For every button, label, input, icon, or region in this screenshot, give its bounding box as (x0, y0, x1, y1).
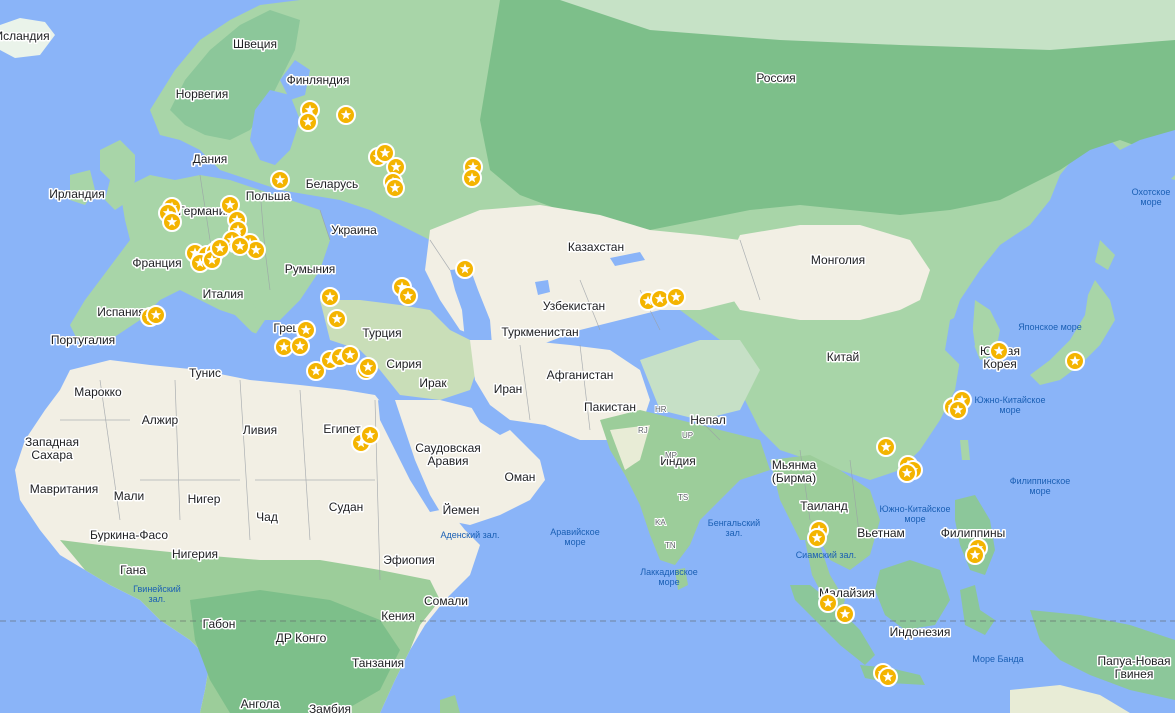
label-pakistan: Пакистан (584, 400, 636, 414)
label-denmark: Дания (193, 152, 228, 166)
label-egypt: Египет (323, 422, 361, 436)
place-marker[interactable] (385, 178, 405, 198)
label-uzbekistan: Узбекистан (543, 299, 605, 313)
label-libya: Ливия (243, 423, 277, 437)
label-iran: Иран (494, 382, 523, 396)
label-gabon: Габон (203, 617, 236, 631)
place-marker[interactable] (878, 667, 898, 687)
label-drc: ДР Конго (276, 631, 327, 645)
label-somalia: Сомали (424, 594, 468, 608)
sea-banda: Море Банда (972, 654, 1023, 664)
place-marker[interactable] (290, 336, 310, 356)
place-marker[interactable] (360, 425, 380, 445)
place-marker[interactable] (336, 105, 356, 125)
state-ka: KA (655, 518, 666, 527)
label-indonesia: Индонезия (890, 625, 951, 639)
state-up: UP (682, 431, 693, 440)
place-marker[interactable] (455, 259, 475, 279)
label-iceland: Исландия (0, 29, 50, 43)
label-turkey: Турция (362, 326, 401, 340)
label-chad: Чад (256, 510, 278, 524)
label-zambia: Замбия (309, 702, 351, 713)
place-marker[interactable] (835, 604, 855, 624)
place-marker[interactable] (230, 236, 250, 256)
label-norway: Норвегия (176, 87, 229, 101)
label-belarus: Беларусь (306, 177, 358, 191)
label-niger: Нигер (188, 492, 221, 506)
label-turkmenistan: Туркменистан (501, 325, 578, 339)
place-marker[interactable] (270, 170, 290, 190)
label-ireland: Ирландия (49, 187, 104, 201)
label-ethiopia: Эфиопия (383, 553, 435, 567)
label-myanmar: Мьянма (Бирма) (772, 458, 817, 485)
place-marker[interactable] (162, 212, 182, 232)
label-philippines: Филиппины (941, 526, 1005, 540)
label-tanzania: Танзания (352, 656, 404, 670)
place-marker[interactable] (327, 309, 347, 329)
place-marker[interactable] (989, 341, 1009, 361)
label-finland: Финляндия (287, 73, 350, 87)
label-mauritania: Мавритания (30, 482, 98, 496)
state-mp: MP (665, 451, 677, 460)
label-kenya: Кения (381, 609, 415, 623)
place-marker[interactable] (818, 593, 838, 613)
label-france: Франция (132, 256, 181, 270)
label-ukraine: Украина (331, 223, 377, 237)
state-ts: TS (678, 493, 688, 502)
label-tunisia: Тунис (189, 366, 221, 380)
label-mongolia: Монголия (811, 253, 865, 267)
label-yemen: Йемен (443, 502, 480, 517)
label-burkina: Буркина-Фасо (90, 528, 168, 542)
place-marker[interactable] (876, 437, 896, 457)
sea-aden: Аденский зал. (440, 530, 499, 540)
place-marker[interactable] (340, 345, 360, 365)
label-russia: Россия (756, 71, 795, 85)
place-marker[interactable] (398, 286, 418, 306)
label-portugal: Португалия (51, 333, 115, 347)
label-romania: Румыния (285, 262, 336, 276)
label-iraq: Ирак (419, 376, 447, 390)
sea-japan: Японское море (1018, 322, 1082, 332)
label-china: Китай (827, 350, 859, 364)
britain (100, 140, 135, 210)
label-western-sahara: Западная Сахара (25, 435, 79, 462)
label-nepal: Непал (690, 413, 726, 427)
state-hr: HR (655, 405, 667, 414)
place-marker[interactable] (462, 168, 482, 188)
state-tn: TN (665, 541, 676, 550)
label-italy: Италия (203, 287, 244, 301)
place-marker[interactable] (1065, 351, 1085, 371)
place-marker[interactable] (666, 287, 686, 307)
label-kazakhstan: Казахстан (568, 240, 624, 254)
label-spain: Испания (97, 305, 145, 319)
place-marker[interactable] (948, 400, 968, 420)
place-marker[interactable] (210, 238, 230, 258)
label-ghana: Гана (120, 563, 146, 577)
label-sweden: Швеция (233, 37, 277, 51)
label-oman: Оман (505, 470, 536, 484)
place-marker[interactable] (358, 357, 378, 377)
place-marker[interactable] (298, 112, 318, 132)
label-angola: Ангола (241, 697, 280, 711)
sea-siam: Сиамский зал. (796, 550, 857, 560)
label-afghanistan: Афганистан (547, 368, 614, 382)
label-algeria: Алжир (142, 413, 179, 427)
label-syria: Сирия (386, 357, 421, 371)
label-mali: Мали (114, 489, 145, 503)
world-map[interactable]: Исландия Швеция Финляндия Норвегия Росси… (0, 0, 1175, 713)
label-sudan: Судан (329, 500, 364, 514)
place-marker[interactable] (320, 287, 340, 307)
label-nigeria: Нигерия (172, 547, 218, 561)
label-morocco: Марокко (74, 385, 122, 399)
label-vietnam: Вьетнам (857, 526, 905, 540)
label-poland: Польша (246, 189, 291, 203)
place-marker[interactable] (897, 463, 917, 483)
state-rj: RJ (638, 426, 648, 435)
place-marker[interactable] (146, 305, 166, 325)
place-marker[interactable] (807, 528, 827, 548)
place-marker[interactable] (965, 545, 985, 565)
label-thailand: Таиланд (800, 499, 847, 513)
